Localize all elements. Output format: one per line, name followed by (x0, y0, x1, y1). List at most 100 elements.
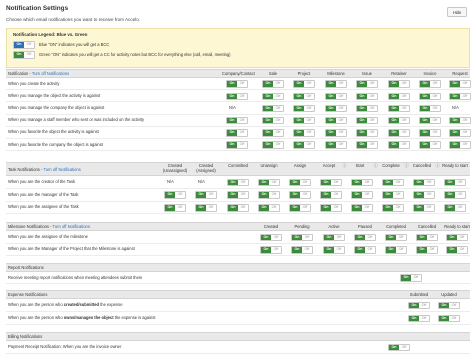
notification-toggle[interactable]: On Off (449, 129, 471, 137)
notification-toggle[interactable]: On Off (446, 233, 468, 242)
notification-toggle[interactable]: On Off (438, 314, 460, 323)
notification-toggle[interactable]: On Off (323, 246, 345, 254)
notification-toggle[interactable]: On Off (291, 246, 313, 254)
notification-toggle[interactable]: On Off (356, 80, 378, 88)
notification-toggle[interactable]: On Off (289, 204, 311, 212)
notification-toggle[interactable]: On Off (408, 301, 430, 310)
notification-toggle[interactable]: On Off (413, 191, 435, 199)
notification-toggle[interactable]: On Off (413, 204, 435, 212)
notification-toggle[interactable]: On Off (226, 92, 248, 101)
notification-toggle[interactable]: On Off (356, 116, 378, 125)
notification-toggle[interactable]: On Off (419, 141, 441, 149)
notification-toggle[interactable]: On Off (356, 104, 378, 113)
notification-toggle[interactable]: On Off (438, 301, 460, 310)
notification-toggle[interactable]: On Off (419, 129, 441, 137)
notification-toggle[interactable]: On Off (325, 80, 347, 88)
notification-toggle[interactable]: On Off (227, 191, 249, 199)
notification-toggle[interactable]: On Off (258, 204, 280, 212)
notification-toggle[interactable]: On Off (262, 80, 284, 88)
notification-toggle[interactable]: On Off (356, 141, 378, 149)
notification-toggle[interactable]: On Off (416, 233, 438, 242)
notification-toggle[interactable]: On Off (444, 191, 466, 199)
notification-toggle[interactable]: On Off (382, 191, 404, 199)
notification-toggle[interactable]: On Off (388, 129, 410, 137)
notification-toggle[interactable]: On Off (351, 191, 373, 199)
notification-toggle[interactable]: On Off (419, 116, 441, 125)
notification-toggle[interactable]: On Off (325, 104, 347, 113)
notification-toggle[interactable]: On Off (325, 92, 347, 101)
notification-toggle[interactable]: On Off (449, 80, 471, 88)
notification-toggle[interactable]: On Off (385, 233, 407, 242)
info-icon[interactable]: ⓘ (374, 163, 378, 168)
notification-toggle[interactable]: On Off (382, 204, 404, 212)
notification-toggle[interactable]: On Off (293, 92, 315, 101)
notification-toggle[interactable]: On Off (226, 116, 248, 125)
notification-toggle[interactable]: On Off (226, 80, 248, 88)
notification-toggle[interactable]: On Off (260, 233, 282, 242)
notification-toggle[interactable]: On Off (385, 246, 407, 254)
notification-toggle[interactable]: On Off (400, 274, 422, 282)
notification-toggle[interactable]: On Off (164, 191, 186, 199)
hide-button[interactable]: Hide (447, 7, 467, 17)
notification-toggle[interactable]: On Off (258, 178, 280, 187)
notification-toggle[interactable]: On Off (354, 233, 376, 242)
notification-toggle[interactable]: On Off (388, 80, 410, 88)
notification-toggle[interactable]: On Off (262, 116, 284, 125)
turn-off-notifications-link[interactable]: Turn off Notifications (32, 71, 69, 76)
notification-toggle[interactable]: On Off (419, 104, 441, 113)
notification-toggle[interactable]: On Off (419, 92, 441, 101)
notification-toggle[interactable]: On Off (293, 104, 315, 113)
notification-toggle[interactable]: On Off (258, 191, 280, 199)
notification-toggle[interactable]: On Off (262, 104, 284, 113)
notification-toggle[interactable]: On Off (320, 204, 342, 212)
info-icon[interactable]: ⓘ (405, 163, 409, 168)
notification-toggle[interactable]: On Off (262, 129, 284, 137)
notification-toggle[interactable]: On Off (262, 141, 284, 149)
info-icon[interactable]: ⓘ (343, 163, 347, 168)
notification-toggle[interactable]: On Off (289, 178, 311, 187)
notification-toggle[interactable]: On Off (325, 141, 347, 149)
notification-toggle[interactable]: On Off (351, 178, 373, 187)
notification-toggle[interactable]: On Off (195, 204, 217, 212)
notification-toggle[interactable]: On Off (226, 129, 248, 137)
notification-toggle[interactable]: On Off (388, 343, 410, 352)
info-icon[interactable]: ⓘ (436, 163, 440, 168)
notification-toggle[interactable]: On Off (388, 141, 410, 149)
notification-toggle[interactable]: On Off (260, 246, 282, 254)
notification-toggle[interactable]: On Off (413, 178, 435, 187)
notification-toggle[interactable]: On Off (325, 129, 347, 137)
notification-toggle[interactable]: On Off (408, 314, 430, 323)
notification-toggle[interactable]: On Off (293, 141, 315, 149)
notification-toggle[interactable]: On Off (449, 92, 471, 101)
notification-toggle[interactable]: On Off (354, 246, 376, 254)
notification-toggle[interactable]: On Off (289, 191, 311, 199)
notification-toggle[interactable]: On Off (226, 141, 248, 149)
turn-off-notifications-link[interactable]: Turn off Notifications (53, 224, 90, 229)
notification-toggle[interactable]: On Off (323, 233, 345, 242)
notification-toggle[interactable]: On Off (293, 129, 315, 137)
notification-toggle[interactable]: On Off (227, 178, 249, 187)
notification-toggle[interactable]: On Off (320, 178, 342, 187)
notification-toggle[interactable]: On Off (320, 191, 342, 199)
notification-toggle[interactable]: On Off (291, 233, 313, 242)
notification-toggle[interactable]: On Off (388, 92, 410, 101)
notification-toggle[interactable]: On Off (293, 80, 315, 88)
notification-toggle[interactable]: On Off (419, 80, 441, 88)
notification-toggle[interactable]: On Off (325, 116, 347, 125)
notification-toggle[interactable]: On Off (227, 204, 249, 212)
notification-toggle[interactable]: On Off (164, 204, 186, 212)
turn-off-notifications-link[interactable]: Turn off Notifications (43, 167, 80, 172)
notification-toggle[interactable]: On Off (262, 92, 284, 101)
notification-toggle[interactable]: On Off (444, 204, 466, 212)
notification-toggle[interactable]: On Off (388, 104, 410, 113)
notification-toggle[interactable]: On Off (356, 92, 378, 101)
notification-toggle[interactable]: On Off (351, 204, 373, 212)
notification-toggle[interactable]: On Off (293, 116, 315, 125)
notification-toggle[interactable]: On Off (388, 116, 410, 125)
notification-toggle[interactable]: On Off (449, 141, 471, 149)
notification-toggle[interactable]: On Off (449, 116, 471, 125)
notification-toggle[interactable]: On Off (356, 129, 378, 137)
notification-toggle[interactable]: On Off (416, 246, 438, 254)
notification-toggle[interactable]: On Off (446, 246, 468, 254)
notification-toggle[interactable]: On Off (444, 178, 466, 187)
